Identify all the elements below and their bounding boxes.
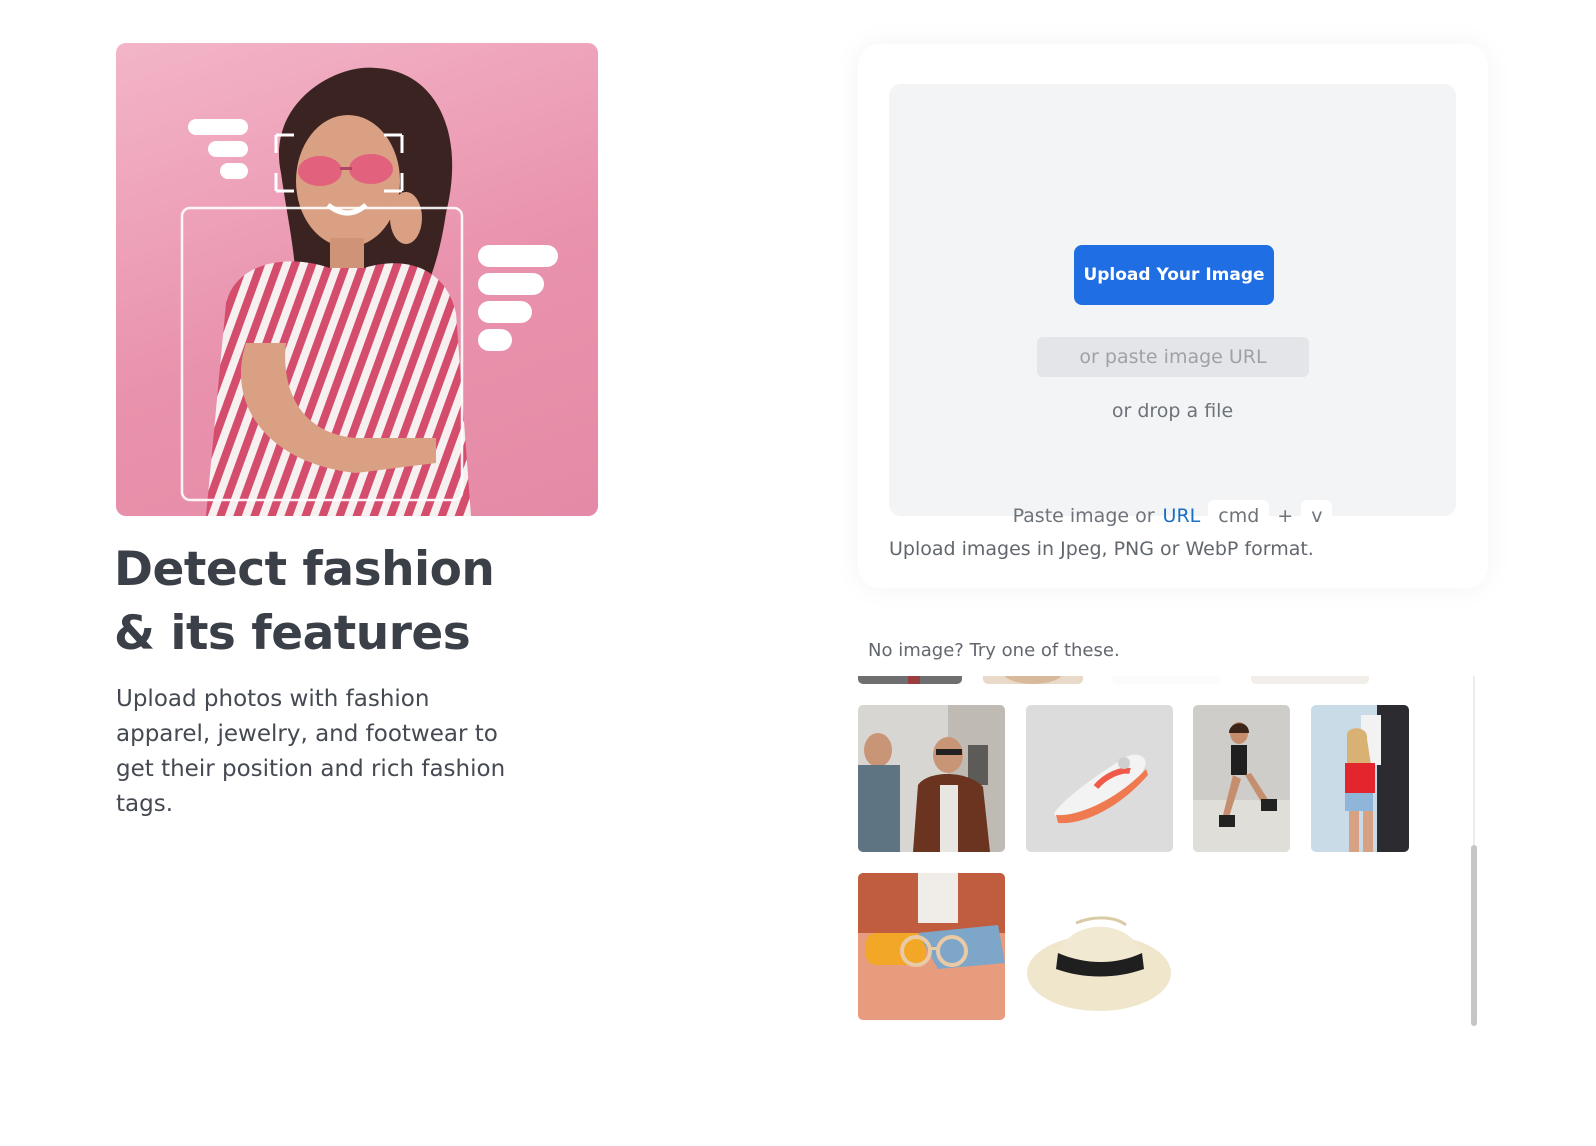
format-note: Upload images in Jpeg, PNG or WebP forma… <box>889 538 1314 560</box>
drop-zone[interactable]: Upload Your Image or drop a file Paste i… <box>889 84 1456 532</box>
plus-sign: + <box>1277 505 1294 527</box>
page-title: Detect fashion & its features <box>114 538 634 666</box>
image-url-input[interactable] <box>1037 337 1309 377</box>
title-line-1: Detect fashion <box>114 542 495 597</box>
samples-grid[interactable] <box>858 676 1484 1026</box>
samples-scrollbar-thumb[interactable] <box>1471 845 1477 1026</box>
upload-image-button[interactable]: Upload Your Image <box>1074 245 1274 305</box>
title-line-2: & its features <box>114 606 471 661</box>
sample-thumb-partial-1[interactable] <box>858 676 962 684</box>
cmd-key: cmd <box>1208 500 1270 532</box>
paste-hint: Paste image or URL cmd + v <box>889 500 1456 532</box>
paste-url-link[interactable]: URL <box>1163 505 1201 527</box>
sample-thumb-partial-3[interactable] <box>1112 676 1220 684</box>
v-key: v <box>1301 500 1333 532</box>
samples-title: No image? Try one of these. <box>868 640 1120 661</box>
paste-hint-text: Paste image or <box>1012 505 1155 527</box>
page-description: Upload photos with fashion apparel, jewe… <box>116 686 506 817</box>
sample-thumb-skater-girl[interactable] <box>1193 705 1290 852</box>
sample-thumb-straw-hat[interactable] <box>1026 873 1173 1020</box>
drop-file-text: or drop a file <box>1111 400 1234 422</box>
sample-thumb-sunglasses[interactable] <box>858 873 1005 1020</box>
sample-thumb-street-men[interactable] <box>858 705 1005 852</box>
hero-fashion-image <box>116 43 598 516</box>
sample-thumb-sneaker[interactable] <box>1026 705 1173 852</box>
sample-thumb-partial-2[interactable] <box>983 676 1083 684</box>
upload-card: Upload Your Image or drop a file Paste i… <box>858 44 1488 588</box>
sample-thumb-partial-4[interactable] <box>1251 676 1369 684</box>
sample-thumb-red-top[interactable] <box>1311 705 1409 852</box>
page: Detect fashion & its features Upload pho… <box>0 0 1596 1146</box>
